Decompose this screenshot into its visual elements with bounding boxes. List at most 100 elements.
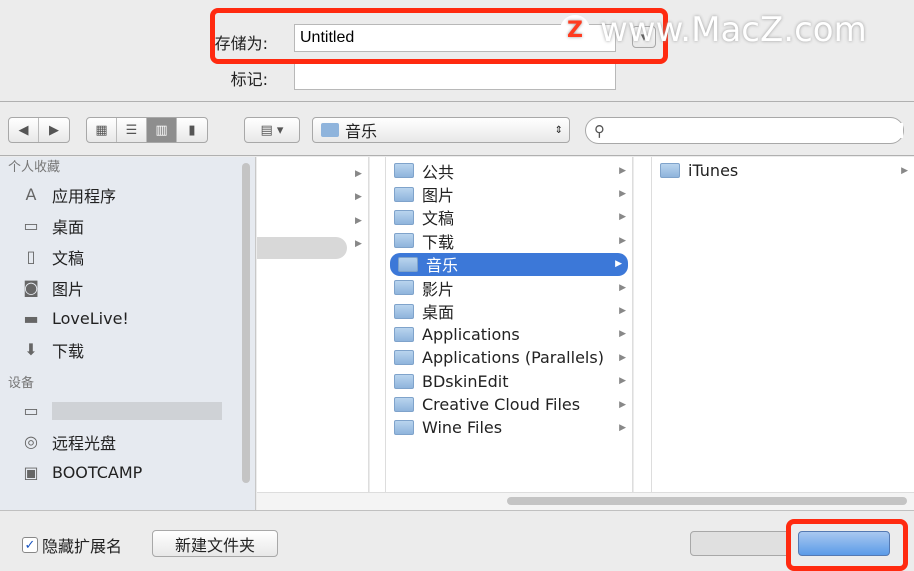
search-icon: ⚲ — [594, 121, 605, 140]
folder-icon — [394, 420, 414, 436]
sidebar-item[interactable]: ▬ LoveLive! — [0, 303, 255, 334]
disclosure-arrow-icon: ▶ — [619, 165, 626, 176]
disclosure-arrow-icon: ▶ — [619, 282, 626, 293]
folder-icon — [394, 326, 414, 342]
folder-name: 文稿 — [422, 209, 455, 229]
sidebar-item-label: 图片 — [52, 279, 85, 299]
folder-row[interactable]: Applications ▶ — [386, 323, 632, 346]
sidebar: 个人收藏 A 应用程序 ▭ 桌面 ▯ 文稿 ◙ 图片 ▬ LoveLive! ⬇ 下载 设备 ▭ ◎ 远程… — [0, 157, 256, 510]
tags-input[interactable] — [294, 62, 616, 90]
sidebar-item[interactable]: ◙ 图片 — [0, 272, 255, 303]
new-folder-button[interactable]: 新建文件夹 — [152, 530, 278, 557]
pictures-icon: ◙ — [23, 278, 39, 297]
folder-row[interactable]: 影片 ▶ — [386, 276, 632, 299]
favorites-header: 个人收藏 — [8, 160, 61, 175]
sidebar-item[interactable]: A 应用程序 — [0, 179, 255, 210]
folder-row[interactable]: 桌面 ▶ — [386, 299, 632, 322]
folder-icon — [394, 373, 414, 389]
folder-name: 公共 — [422, 162, 455, 182]
folder-name: BDskinEdit — [422, 371, 509, 391]
disclosure-arrow-icon: ▶ — [619, 352, 626, 363]
applications-icon: A — [25, 185, 37, 204]
folder-icon — [394, 280, 414, 296]
column-1-selected-row[interactable] — [257, 237, 347, 259]
folder-row[interactable]: 音乐 ▶ — [390, 252, 628, 276]
disclosure-arrow-icon: ▶ — [619, 235, 626, 246]
folder-name: 影片 — [422, 279, 455, 299]
sidebar-item[interactable]: ▭ — [0, 395, 255, 426]
hide-extension-checkbox[interactable]: ✓ 隐藏扩展名 — [22, 533, 122, 557]
arrange-icon: ▤ ▾ — [260, 122, 284, 138]
folder-row[interactable]: Wine Files ▶ — [386, 416, 632, 439]
disclosure-arrow-icon: ▶ — [619, 422, 626, 433]
disclosure-arrow-icon: ▶ — [619, 376, 626, 387]
sidebar-item[interactable]: ◎ 远程光盘 — [0, 426, 255, 457]
sidebar-item[interactable]: ▭ 桌面 — [0, 210, 255, 241]
disclosure-arrow-icon: ▶ — [619, 189, 626, 200]
search-field[interactable]: ⚲ — [585, 117, 904, 144]
watermark-text: www.MacZ.com — [600, 10, 867, 50]
laptop-icon: ▭ — [23, 401, 39, 420]
folder-name: 下载 — [422, 232, 455, 252]
disclosure-arrow-icon: ▶ — [619, 306, 626, 317]
sidebar-item-label: 应用程序 — [52, 186, 117, 206]
list-view-icon[interactable]: ☰ — [117, 118, 147, 142]
drive-icon: ▣ — [23, 463, 39, 482]
folder-row[interactable]: 图片 ▶ — [386, 182, 632, 205]
folder-row[interactable]: 公共 ▶ — [386, 159, 632, 182]
folder-icon — [394, 397, 414, 413]
column-1: ▶ ▶ ▶ ▶ — [257, 157, 369, 492]
back-icon[interactable]: ◀ — [9, 118, 39, 142]
bottom-bar: ✓ 隐藏扩展名 新建文件夹 — [0, 510, 914, 571]
icon-view-icon[interactable]: ▦ — [87, 118, 117, 142]
cancel-button[interactable] — [690, 531, 790, 556]
save-highlight-box — [786, 519, 908, 571]
folder-row[interactable]: Applications (Parallels) ▶ — [386, 346, 632, 369]
folder-name: iTunes — [688, 161, 739, 181]
sidebar-item[interactable]: ▯ 文稿 — [0, 241, 255, 272]
folder-icon — [394, 209, 414, 225]
column-view-icon[interactable]: ▥ — [147, 118, 177, 142]
forward-icon[interactable]: ▶ — [39, 118, 69, 142]
back-forward-control[interactable]: ◀ ▶ — [8, 117, 70, 143]
folder-name: Applications (Parallels) — [422, 348, 604, 368]
coverflow-view-icon[interactable]: ▮ — [177, 118, 207, 142]
location-popup[interactable]: 音乐 ⇕ — [312, 117, 570, 143]
folder-name: 桌面 — [422, 303, 455, 323]
folder-row[interactable]: 文稿 ▶ — [386, 206, 632, 229]
folder-row[interactable]: BDskinEdit ▶ — [386, 370, 632, 393]
folder-icon — [394, 233, 414, 249]
folder-name: 图片 — [422, 186, 455, 206]
watermark-logo-icon: Z — [560, 15, 590, 45]
folder-icon: ▬ — [23, 309, 39, 328]
sidebar-item-label: 远程光盘 — [52, 433, 117, 453]
disclosure-arrow-icon: ▶ — [619, 329, 626, 340]
documents-icon: ▯ — [26, 247, 36, 266]
disclosure-arrow-icon: ▶ — [619, 212, 626, 223]
folder-icon — [660, 163, 680, 179]
folder-row[interactable]: iTunes ▶ — [652, 159, 914, 182]
sidebar-item[interactable]: ⬇ 下载 — [0, 334, 255, 365]
disc-icon: ◎ — [24, 432, 38, 451]
folder-row[interactable]: 下载 ▶ — [386, 229, 632, 252]
folder-row[interactable]: Creative Cloud Files ▶ — [386, 393, 632, 416]
folder-name: Wine Files — [422, 418, 503, 438]
sidebar-item-label: LoveLive! — [52, 309, 129, 328]
sidebar-item-label: 下载 — [52, 341, 85, 361]
sidebar-scrollbar[interactable] — [242, 163, 250, 483]
folder-name: Creative Cloud Files — [422, 395, 581, 415]
checkmark-icon[interactable]: ✓ — [22, 537, 38, 553]
folder-name: Applications — [422, 324, 520, 344]
desktop-icon: ▭ — [23, 216, 39, 235]
sidebar-item[interactable]: ▣ BOOTCAMP — [0, 457, 255, 488]
watermark: Z www.MacZ.com — [560, 10, 867, 50]
sidebar-item-label: 桌面 — [52, 217, 85, 237]
view-mode-control[interactable]: ▦ ☰ ▥ ▮ — [86, 117, 208, 143]
horizontal-scrollbar[interactable] — [507, 497, 907, 505]
blurred-device-name — [52, 401, 222, 420]
disclosure-arrow-icon: ▶ — [619, 399, 626, 410]
folder-icon — [398, 256, 418, 272]
disclosure-arrow-icon: ▶ — [615, 259, 622, 270]
search-input[interactable] — [609, 123, 903, 138]
arrange-button[interactable]: ▤ ▾ — [244, 117, 300, 143]
